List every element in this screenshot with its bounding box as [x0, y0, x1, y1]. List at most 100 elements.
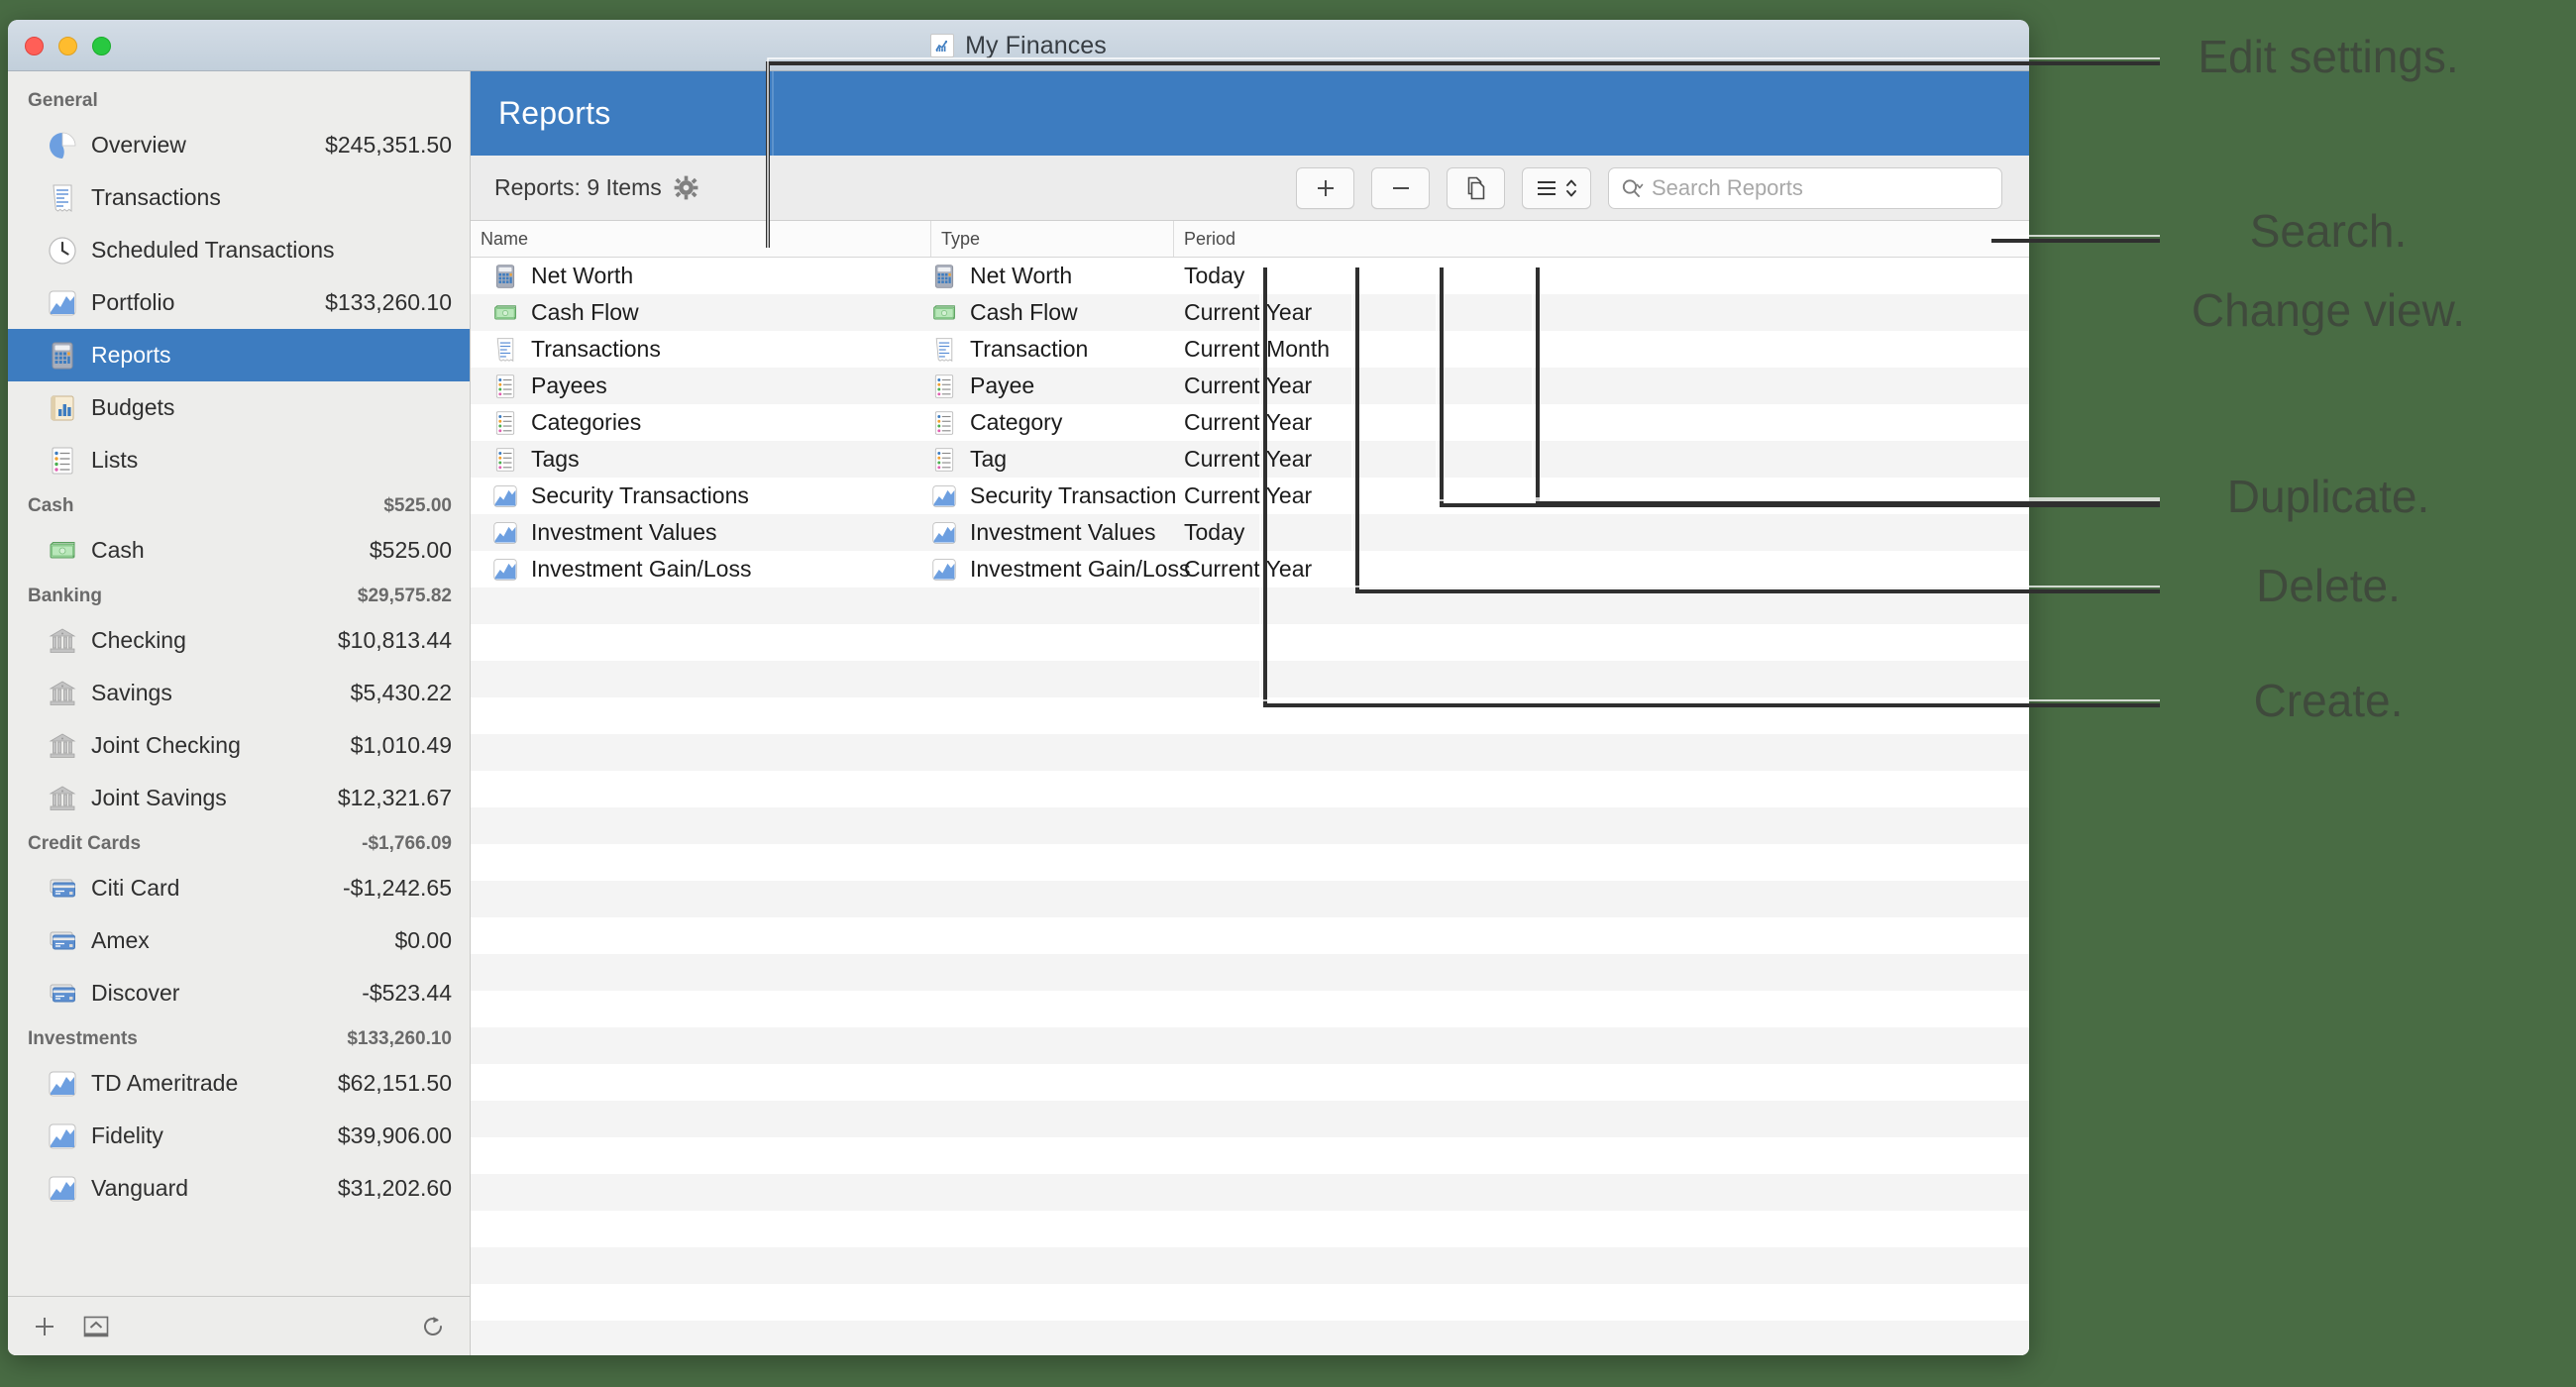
sidebar-item-amex[interactable]: Amex$0.00	[8, 914, 470, 967]
sidebar-item-checking[interactable]: Checking$10,813.44	[8, 614, 470, 667]
sidebar-item-label: Portfolio	[91, 289, 325, 316]
column-header-name[interactable]: Name	[471, 221, 931, 257]
report-type: Cash Flow	[970, 299, 1078, 326]
sidebar-item-amount: -$1,242.65	[343, 875, 452, 902]
sidebar-item-savings[interactable]: Savings$5,430.22	[8, 667, 470, 719]
table-empty-row	[471, 1064, 2029, 1101]
report-type: Net Worth	[970, 263, 1072, 289]
sidebar-item-amount: $525.00	[370, 537, 452, 564]
sidebar-item-joint-checking[interactable]: Joint Checking$1,010.49	[8, 719, 470, 772]
cell-name: Payees	[471, 373, 931, 399]
sidebar-scroll-area[interactable]: GeneralOverview$245,351.50TransactionsSc…	[8, 71, 470, 1296]
sidebar-item-lists[interactable]: Lists	[8, 434, 470, 486]
sidebar-item-joint-savings[interactable]: Joint Savings$12,321.67	[8, 772, 470, 824]
chart-document-icon	[930, 34, 954, 57]
table-row[interactable]: Security TransactionsSecurity Transactio…	[471, 478, 2029, 514]
calculator-icon	[931, 264, 957, 289]
up-down-chevron-icon	[1564, 175, 1578, 201]
bullet-list-icon	[931, 447, 957, 473]
pie-chart-icon	[48, 131, 77, 160]
sidebar-item-td-ameritrade[interactable]: TD Ameritrade$62,151.50	[8, 1057, 470, 1110]
view-button[interactable]	[1522, 167, 1591, 209]
sidebar-item-vanguard[interactable]: Vanguard$31,202.60	[8, 1162, 470, 1215]
window-content: GeneralOverview$245,351.50TransactionsSc…	[8, 71, 2029, 1355]
sidebar-item-amount: $31,202.60	[338, 1175, 452, 1202]
refresh-icon[interactable]	[418, 1312, 448, 1341]
sidebar-item-scheduled-transactions[interactable]: Scheduled Transactions	[8, 224, 470, 276]
cell-type: Security Transaction	[931, 482, 1174, 509]
table-row[interactable]: TransactionsTransactionCurrent Month	[471, 331, 2029, 368]
report-name: Categories	[531, 409, 641, 436]
table-empty-row	[471, 661, 2029, 697]
table-row[interactable]: Net Worth Net Worth Today	[471, 258, 2029, 294]
sidebar-item-amount: -$523.44	[362, 980, 452, 1007]
sidebar-item-label: Amex	[91, 927, 394, 954]
duplicate-button[interactable]	[1447, 167, 1505, 209]
bullet-list-icon	[48, 446, 77, 476]
bank-icon	[48, 784, 77, 813]
sidebar-item-label: Budgets	[91, 394, 452, 421]
table-empty-row	[471, 624, 2029, 661]
table-row[interactable]: Cash FlowCash FlowCurrent Year	[471, 294, 2029, 331]
create-button[interactable]	[1296, 167, 1354, 209]
area-chart-icon	[48, 1174, 77, 1204]
report-type: Security Transaction	[970, 482, 1176, 509]
sidebar-item-label: Transactions	[91, 184, 452, 211]
application-window: My Finances GeneralOverview$245,351.50Tr…	[8, 20, 2029, 1355]
sidebar-group-label: Cash	[28, 495, 73, 517]
cell-period: Current Year	[1174, 373, 2029, 399]
area-chart-icon	[492, 520, 518, 546]
sidebar-item-amount: $10,813.44	[338, 627, 452, 654]
sidebar-item-label: Savings	[91, 680, 351, 706]
window-titlebar: My Finances	[8, 20, 2029, 71]
titlebar-center: My Finances	[8, 20, 2029, 71]
report-name: Net Worth	[531, 263, 633, 289]
sidebar-item-label: TD Ameritrade	[91, 1070, 338, 1097]
sidebar-item-discover[interactable]: Discover-$523.44	[8, 967, 470, 1019]
table-row[interactable]: Investment Gain/LossInvestment Gain/Loss…	[471, 551, 2029, 587]
sidebar-item-fidelity[interactable]: Fidelity$39,906.00	[8, 1110, 470, 1162]
search-input[interactable]: Search Reports	[1608, 167, 2002, 209]
sidebar-item-portfolio[interactable]: Portfolio$133,260.10	[8, 276, 470, 329]
header-divider	[772, 71, 774, 156]
calculator-icon	[492, 264, 518, 289]
table-empty-row	[471, 1284, 2029, 1321]
reports-table-body[interactable]: Net WorthNet WorthTodayCash FlowCash Flo…	[471, 258, 2029, 1355]
table-empty-row	[471, 771, 2029, 807]
sidebar-item-citi-card[interactable]: Citi Card-$1,242.65	[8, 862, 470, 914]
cell-period: Today	[1174, 519, 2029, 546]
table-empty-row	[471, 587, 2029, 624]
banknotes-icon	[492, 300, 518, 326]
sidebar-item-overview[interactable]: Overview$245,351.50	[8, 119, 470, 171]
clock-icon	[48, 236, 77, 266]
sidebar-item-amount: $245,351.50	[325, 132, 452, 159]
report-name: Tags	[531, 446, 580, 473]
add-account-button[interactable]	[30, 1312, 59, 1341]
table-row[interactable]: TagsTagCurrent Year	[471, 441, 2029, 478]
sidebar-group-total: -$1,766.09	[362, 833, 452, 855]
cell-name: Net Worth	[471, 263, 931, 289]
sidebar-item-cash[interactable]: Cash$525.00	[8, 524, 470, 577]
table-row[interactable]: PayeesPayeeCurrent Year	[471, 368, 2029, 404]
gear-icon[interactable]	[674, 175, 699, 201]
credit-card-icon	[48, 926, 77, 956]
sidebar-item-budgets[interactable]: Budgets	[8, 381, 470, 434]
table-row[interactable]: CategoriesCategoryCurrent Year	[471, 404, 2029, 441]
table-empty-row	[471, 991, 2029, 1027]
cell-period: Current Year	[1174, 299, 2029, 326]
import-box-button[interactable]	[81, 1312, 111, 1341]
column-header-period[interactable]: Period	[1174, 221, 2029, 257]
report-name: Transactions	[531, 336, 661, 363]
receipt-icon	[492, 337, 518, 363]
delete-button[interactable]	[1371, 167, 1430, 209]
cell-period: Current Year	[1174, 446, 2029, 473]
sidebar-item-reports[interactable]: Reports	[8, 329, 470, 381]
table-empty-row	[471, 1211, 2029, 1247]
sidebar-item-amount: $62,151.50	[338, 1070, 452, 1097]
sidebar-group-total: $29,575.82	[358, 586, 452, 607]
table-row[interactable]: Investment ValuesInvestment ValuesToday	[471, 514, 2029, 551]
column-header-type[interactable]: Type	[931, 221, 1174, 257]
cell-period: Today	[1174, 263, 2029, 289]
sidebar-item-transactions[interactable]: Transactions	[8, 171, 470, 224]
cell-name: Investment Gain/Loss	[471, 556, 931, 583]
